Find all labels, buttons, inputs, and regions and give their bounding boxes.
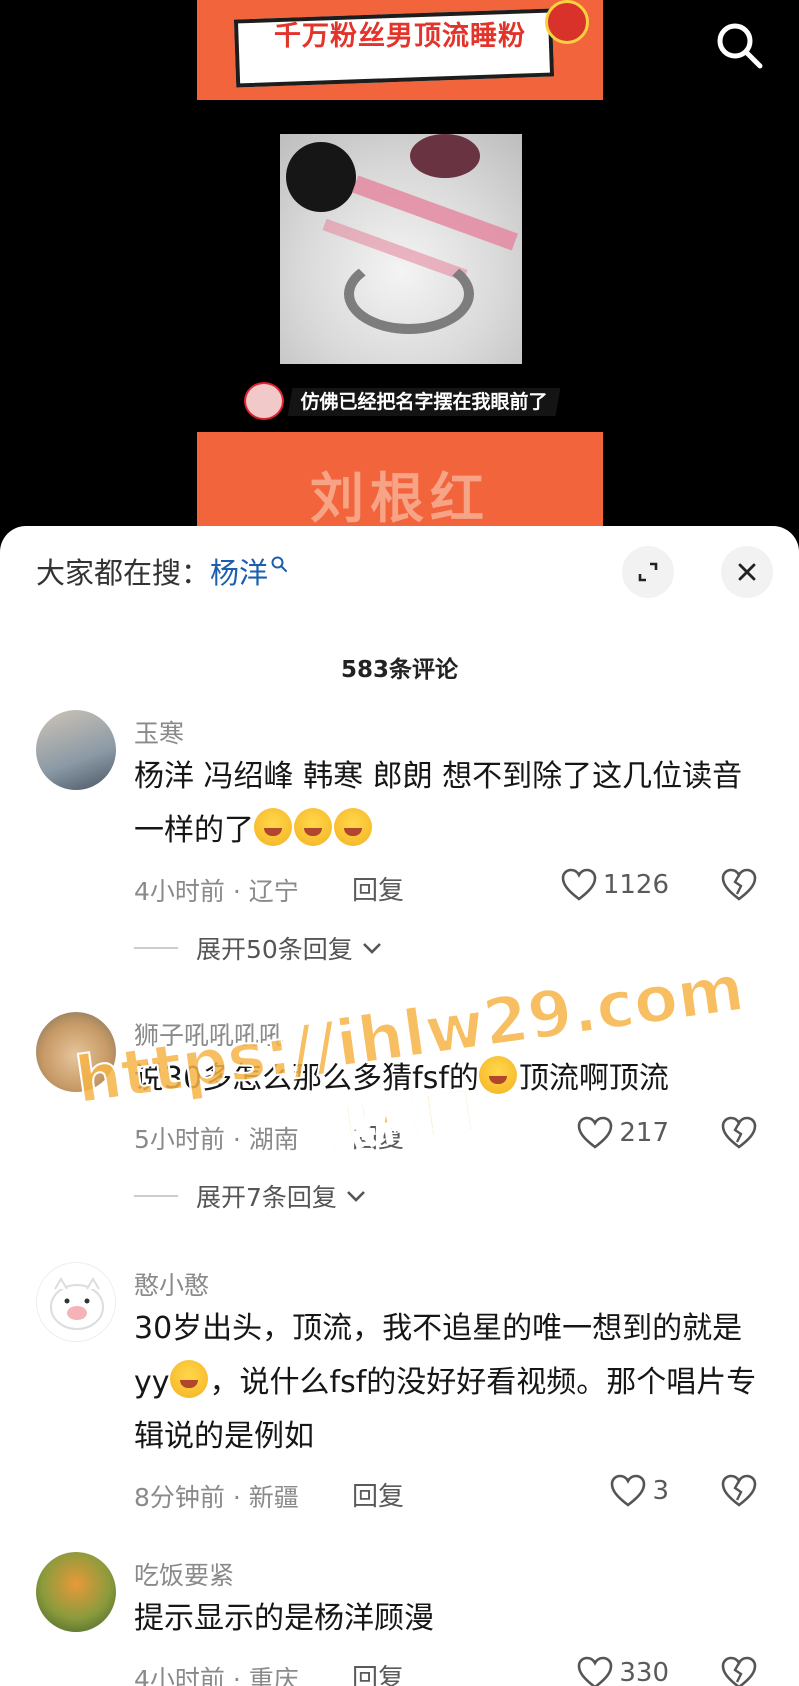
caption-text: 仿佛已经把名字摆在我眼前了: [300, 391, 548, 413]
comment-text-body: 顶流啊顶流: [518, 1061, 669, 1096]
meme-image: [280, 134, 522, 364]
video-caption: 仿佛已经把名字摆在我眼前了: [244, 382, 561, 420]
heart-icon: [561, 868, 597, 901]
dislike-button[interactable]: [721, 1474, 757, 1508]
broken-heart-icon: [721, 1656, 757, 1686]
divider: [134, 947, 178, 949]
close-button[interactable]: [721, 546, 773, 598]
expand-replies-label: 展开7条回复: [196, 1183, 337, 1212]
like-count: 3: [652, 1476, 669, 1506]
divider: [134, 1195, 178, 1197]
comment-text-body: 杨洋 冯绍峰 韩寒 郎朗 想不到除了这几位读音一样的了: [134, 759, 743, 848]
crying-laughing-emoji-icon: [334, 808, 372, 846]
expand-replies-button[interactable]: 展开7条回复: [134, 1178, 367, 1214]
banner-title: 千万粉丝男顶流睡粉: [274, 21, 526, 52]
comment-meta: 8分钟前 · 新疆: [134, 1483, 299, 1512]
like-count: 217: [619, 1118, 669, 1148]
chevron-down-icon: [346, 1191, 365, 1202]
broken-heart-icon: [721, 868, 757, 901]
reply-button[interactable]: 回复: [352, 870, 404, 907]
reply-button[interactable]: 回复: [352, 1118, 404, 1155]
expand-button[interactable]: [622, 546, 674, 598]
hot-search-keyword[interactable]: 杨洋: [210, 556, 268, 590]
comment-meta: 5小时前 · 湖南: [134, 1125, 299, 1154]
reply-button[interactable]: 回复: [352, 1476, 404, 1513]
mascot-icon: [244, 382, 284, 420]
like-button[interactable]: 1126: [561, 868, 669, 902]
bottom-title: 刘根红: [310, 467, 490, 530]
like-count: 1126: [602, 870, 669, 900]
search-small-icon: [271, 556, 288, 572]
video-banner-bottom: 刘根红: [197, 432, 603, 540]
thinking-emoji-icon: [478, 1056, 517, 1094]
heart-icon: [611, 1474, 646, 1507]
hot-search-label: 大家都在搜：: [36, 556, 211, 590]
comment-meta: 4小时前 · 辽宁: [134, 877, 299, 906]
crying-laughing-emoji-icon: [254, 808, 292, 846]
broken-heart-icon: [721, 1116, 757, 1149]
like-button[interactable]: 3: [610, 1474, 669, 1508]
expand-icon: [638, 562, 658, 582]
dislike-button[interactable]: [721, 1656, 757, 1686]
comment-sheet: 大家都在搜：杨洋 583条评论 玉寒 杨洋 冯绍峰 韩寒 郎朗 想不到除了这几位…: [0, 526, 799, 1686]
crying-laughing-emoji-icon: [294, 808, 332, 846]
comment-text-body: 提示显示的是杨洋顾漫: [134, 1601, 434, 1636]
dislike-button[interactable]: [721, 868, 757, 902]
like-button[interactable]: 217: [577, 1116, 669, 1150]
comment-meta: 4小时前 · 重庆: [134, 1665, 299, 1686]
avatar[interactable]: [36, 1262, 116, 1342]
comment-username[interactable]: 吃饭要紧: [134, 1556, 234, 1592]
like-button[interactable]: 330: [577, 1656, 669, 1686]
broken-heart-icon: [721, 1474, 757, 1507]
avatar[interactable]: [36, 1552, 116, 1632]
heart-icon: [578, 1656, 613, 1686]
channel-logo: [545, 0, 589, 44]
comment-username[interactable]: 狮子吼吼吼吼: [134, 1016, 284, 1052]
pig-avatar-icon: [50, 1277, 104, 1330]
comment-username[interactable]: 玉寒: [134, 714, 184, 750]
comment-text: 30岁出头，顶流，我不追星的唯一想到的就是yy ，说什么fsf的没好好看视频。那个…: [134, 1302, 764, 1464]
hot-search[interactable]: 大家都在搜：杨洋: [36, 550, 288, 592]
chevron-down-icon: [362, 943, 381, 954]
avatar[interactable]: [36, 1012, 116, 1092]
video-banner-top: 千万粉丝男顶流睡粉: [197, 0, 603, 100]
like-count: 330: [619, 1658, 669, 1686]
expand-replies-label: 展开50条回复: [196, 935, 353, 964]
comment-username[interactable]: 憨小憨: [134, 1266, 209, 1302]
video-player[interactable]: 千万粉丝男顶流睡粉 仿佛已经把名字摆在我眼前了 刘根红: [0, 0, 799, 540]
expand-replies-button[interactable]: 展开50条回复: [134, 930, 383, 966]
reply-button[interactable]: 回复: [352, 1658, 404, 1686]
comment-text-body: 说30多怎么那么多猜fsf的: [134, 1061, 479, 1096]
rofl-emoji-icon: [169, 1360, 208, 1398]
comment-text: 杨洋 冯绍峰 韩寒 郎朗 想不到除了这几位读音一样的了: [134, 750, 764, 858]
close-icon: [738, 563, 756, 581]
comment-text: 提示显示的是杨洋顾漫: [134, 1592, 764, 1646]
search-icon[interactable]: [712, 18, 766, 72]
comment-count: 583条评论: [340, 657, 458, 683]
comment-text: 说30多怎么那么多猜fsf的 顶流啊顶流: [134, 1052, 764, 1106]
heart-icon: [578, 1116, 613, 1149]
comment-text-body: ，说什么fsf的没好好看视频。那个唱片专辑说的是例如: [134, 1365, 757, 1454]
dislike-button[interactable]: [721, 1116, 757, 1150]
avatar[interactable]: [36, 710, 116, 790]
